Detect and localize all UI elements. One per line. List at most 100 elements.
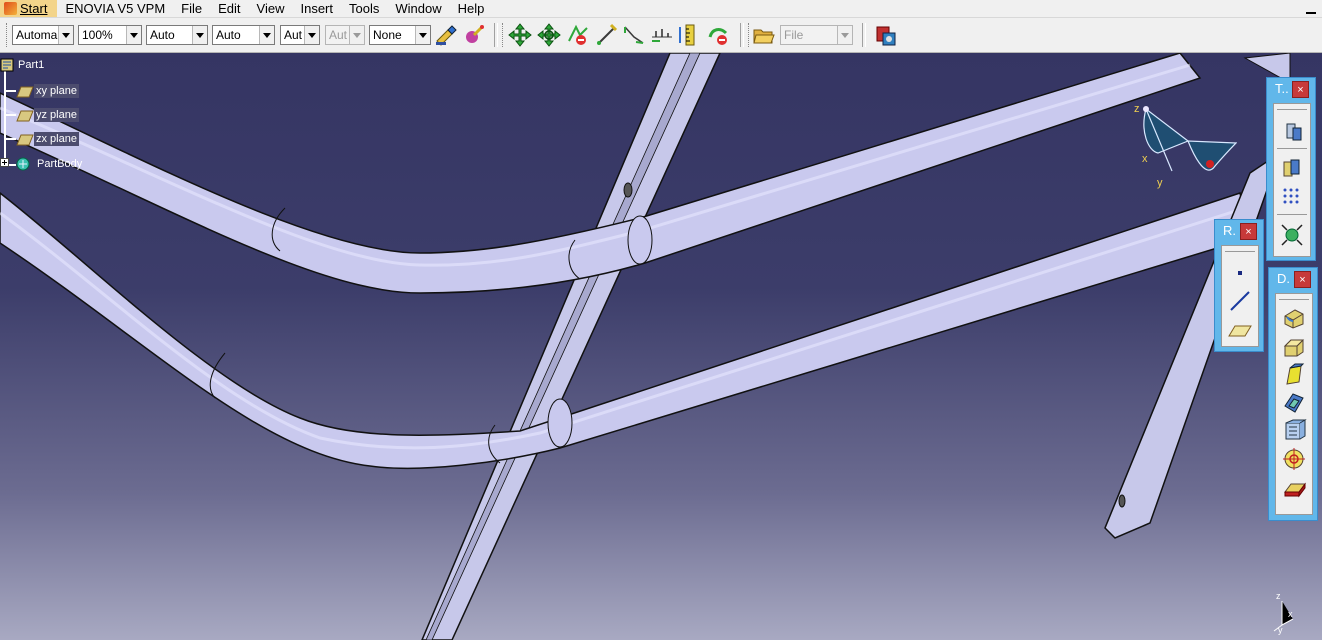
menu-enovia[interactable]: ENOVIA V5 VPM xyxy=(57,0,173,17)
point-icon[interactable] xyxy=(1227,260,1253,286)
zoom-combo[interactable]: 100% xyxy=(78,25,142,45)
menu-tools[interactable]: Tools xyxy=(341,0,387,17)
layer-combo[interactable]: None xyxy=(369,25,431,45)
menu-window[interactable]: Window xyxy=(387,0,449,17)
thread-icon[interactable] xyxy=(1281,446,1307,472)
line-type-value: Aut xyxy=(329,28,348,42)
transparency-combo[interactable]: Auto xyxy=(212,25,275,45)
axis-triad: z x y xyxy=(1268,591,1298,637)
minimize-window-button[interactable] xyxy=(1306,2,1316,14)
file-value: File xyxy=(784,28,804,42)
open-file-icon[interactable] xyxy=(752,23,776,47)
axis-x-label: x xyxy=(1288,609,1293,619)
transparency-value: Auto xyxy=(216,28,241,42)
menu-file[interactable]: File xyxy=(173,0,210,17)
compass-x-label: x xyxy=(1142,153,1148,165)
menu-help[interactable]: Help xyxy=(450,0,493,17)
shell-icon[interactable] xyxy=(1281,390,1307,416)
reference-palette-body xyxy=(1221,245,1259,347)
fit-all-icon[interactable] xyxy=(1279,222,1305,248)
body-icon xyxy=(16,157,30,171)
view-mode-combo[interactable]: Automa xyxy=(12,25,74,45)
compass-z-label: z xyxy=(1134,103,1140,115)
work-on-support-icon[interactable] xyxy=(1279,156,1305,182)
chamfer-icon[interactable] xyxy=(1281,334,1307,360)
palette-separator xyxy=(1277,148,1307,149)
axis-system-icon[interactable] xyxy=(1279,118,1305,144)
chevron-down-icon[interactable] xyxy=(259,26,274,44)
toolbar: Automa 100% Auto Auto Aut Aut None File xyxy=(0,18,1322,53)
rotate-icon[interactable] xyxy=(537,23,561,47)
reference-palette-close-button[interactable]: × xyxy=(1240,223,1257,240)
line-icon[interactable] xyxy=(1227,288,1253,314)
reference-palette-title: R. xyxy=(1223,223,1236,238)
dress-up-palette-close-button[interactable]: × xyxy=(1294,271,1311,288)
view-mode-value: Automa xyxy=(16,28,58,42)
chevron-down-icon[interactable] xyxy=(192,26,207,44)
tube-frame-model[interactable] xyxy=(0,53,1322,640)
expand-icon[interactable] xyxy=(0,158,10,168)
chevron-down-icon[interactable] xyxy=(58,26,73,44)
frame-tube-upper[interactable] xyxy=(0,53,1202,294)
line-type-combo: Aut xyxy=(325,25,365,45)
toolbar-separator xyxy=(494,23,498,47)
pan-icon[interactable] xyxy=(508,23,532,47)
part-icon xyxy=(0,58,14,72)
tools-palette[interactable]: T.. × xyxy=(1266,77,1316,261)
layer-value: None xyxy=(373,28,402,42)
catalog-icon[interactable] xyxy=(874,23,898,47)
menu-view[interactable]: View xyxy=(249,0,293,17)
reference-elements-palette[interactable]: R. × xyxy=(1214,219,1264,352)
toolbar-grip[interactable] xyxy=(6,23,10,47)
menu-start-label: Start xyxy=(20,1,48,16)
chevron-down-icon[interactable] xyxy=(304,26,319,44)
tools-palette-close-button[interactable]: × xyxy=(1292,81,1309,98)
frame-strut-left[interactable] xyxy=(421,53,721,640)
draft-angle-icon[interactable] xyxy=(1281,362,1307,388)
thickness-icon[interactable] xyxy=(1281,418,1307,444)
color-combo[interactable]: Auto xyxy=(146,25,208,45)
ruler-icon[interactable] xyxy=(678,23,702,47)
remove-face-icon[interactable] xyxy=(1281,474,1307,500)
tools-palette-body xyxy=(1273,103,1311,257)
snap-icon[interactable] xyxy=(566,23,590,47)
painter-icon[interactable] xyxy=(434,23,458,47)
tree-label-part1: Part1 xyxy=(18,59,45,71)
plane-icon xyxy=(16,110,34,122)
specification-tree: Part1 xy plane yz plane zx plane PartBod… xyxy=(0,53,140,183)
tools-palette-title: T.. xyxy=(1275,81,1289,96)
chevron-down-icon[interactable] xyxy=(415,26,430,44)
dress-up-palette-body xyxy=(1275,293,1313,515)
toolbar-grip[interactable] xyxy=(502,23,506,47)
chain-dimension-icon[interactable] xyxy=(650,23,674,47)
menu-edit[interactable]: Edit xyxy=(210,0,248,17)
compass[interactable]: z x y xyxy=(1130,101,1240,196)
line-thickness-combo[interactable]: Aut xyxy=(280,25,320,45)
compass-y-label: y xyxy=(1157,177,1163,189)
line-thickness-value: Aut xyxy=(284,28,303,42)
dress-up-palette-title: D. xyxy=(1277,271,1290,286)
dimension-icon[interactable] xyxy=(622,23,646,47)
menu-bar: Start ENOVIA V5 VPM File Edit View Inser… xyxy=(0,0,1322,18)
painter-format-icon[interactable] xyxy=(462,23,486,47)
palette-grip[interactable] xyxy=(1279,299,1309,300)
plane-icon[interactable] xyxy=(1227,316,1253,342)
measure-icon[interactable] xyxy=(594,23,618,47)
dress-up-features-palette[interactable]: D. × xyxy=(1268,267,1318,521)
plane-icon xyxy=(16,86,34,98)
compass-icon[interactable] xyxy=(1130,101,1240,196)
palette-grip[interactable] xyxy=(1225,251,1255,252)
menu-insert[interactable]: Insert xyxy=(292,0,341,17)
3d-viewport[interactable]: z x y Part1 xy plane yz plane zx plane P… xyxy=(0,53,1322,640)
axis-y-label: y xyxy=(1278,625,1283,635)
menu-start[interactable]: Start xyxy=(0,0,58,17)
hide-show-icon[interactable] xyxy=(706,23,730,47)
grid-icon[interactable] xyxy=(1279,184,1305,210)
palette-separator xyxy=(1277,214,1307,215)
edge-fillet-icon[interactable] xyxy=(1281,306,1307,332)
palette-grip[interactable] xyxy=(1277,109,1307,110)
axis-z-label: z xyxy=(1276,591,1281,601)
chevron-down-icon xyxy=(837,26,852,44)
zoom-value: 100% xyxy=(82,28,113,42)
chevron-down-icon[interactable] xyxy=(126,26,141,44)
